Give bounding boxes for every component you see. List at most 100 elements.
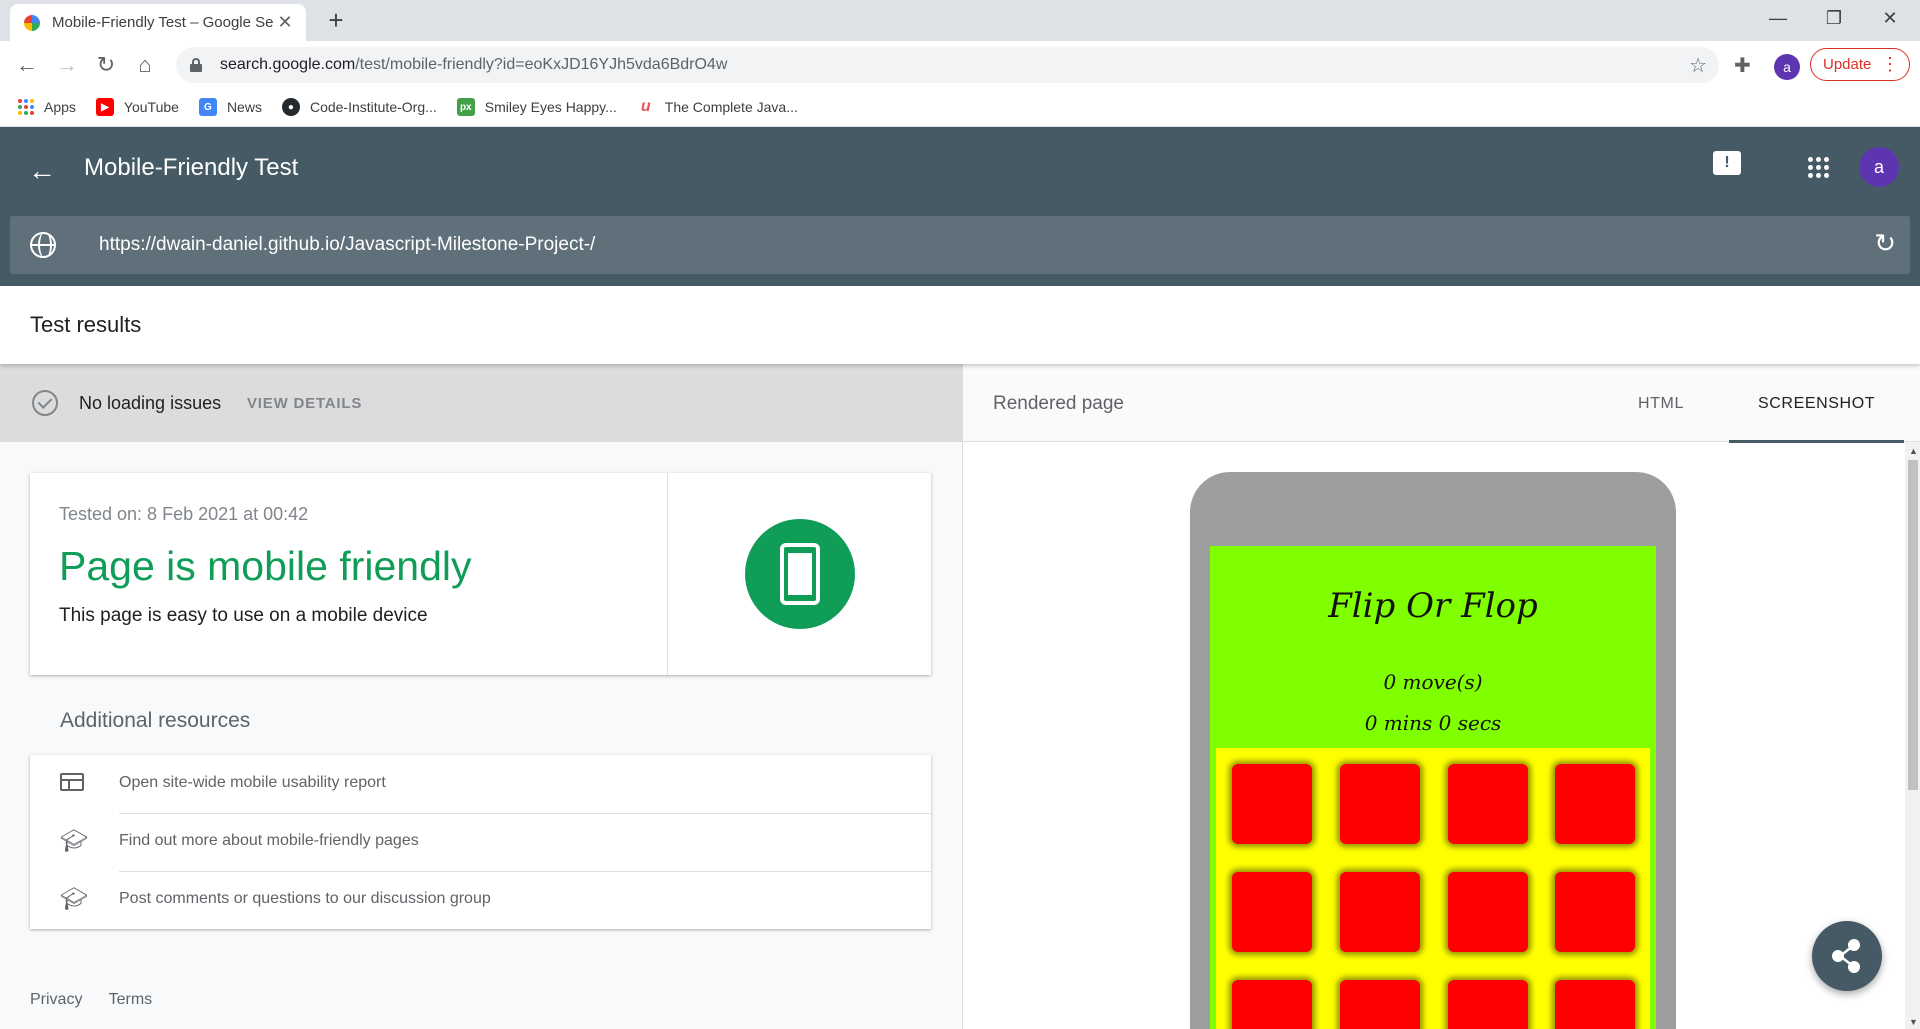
- game-timer: 0 mins 0 secs: [1364, 711, 1502, 735]
- address-url: search.google.com/test/mobile-friendly?i…: [220, 56, 728, 73]
- resource-discussion-group[interactable]: 🎓︎ Post comments or questions to our dis…: [30, 871, 931, 929]
- rendered-screenshot: Flip Or Flop 0 move(s) 0 mins 0 secs: [1210, 546, 1656, 1029]
- game-card: [1340, 764, 1420, 844]
- resource-label[interactable]: Open site-wide mobile usability report: [119, 774, 386, 792]
- more-menu-icon[interactable]: ⋮: [1881, 54, 1899, 74]
- privacy-link[interactable]: Privacy: [30, 991, 82, 1008]
- tab-screenshot[interactable]: SCREENSHOT: [1758, 395, 1875, 413]
- results-title: Test results: [30, 312, 142, 337]
- share-button[interactable]: [1812, 921, 1882, 991]
- bookmark-smiley-eyes[interactable]: px Smiley Eyes Happy...: [456, 98, 617, 116]
- additional-resources-heading: Additional resources: [60, 709, 251, 732]
- minimize-window-icon[interactable]: —: [1750, 0, 1806, 36]
- browser-toolbar: ← → ↻ ⌂ search.google.com/test/mobile-fr…: [0, 41, 1920, 88]
- resource-label[interactable]: Post comments or questions to our discus…: [119, 890, 491, 908]
- school-icon: 🎓︎: [60, 828, 88, 853]
- bookmark-youtube[interactable]: ▶ YouTube: [95, 98, 179, 116]
- udemy-icon: u: [640, 98, 651, 115]
- game-card: [1448, 872, 1528, 952]
- app-header: ← Mobile-Friendly Test ! a https://dwain…: [0, 127, 1920, 286]
- feedback-icon[interactable]: !: [1713, 151, 1741, 175]
- resource-usability-report[interactable]: Open site-wide mobile usability report: [30, 755, 931, 813]
- game-card: [1448, 980, 1528, 1029]
- account-avatar[interactable]: a: [1859, 147, 1899, 187]
- back-arrow-icon[interactable]: ←: [28, 155, 56, 187]
- scroll-down-icon[interactable]: ▼: [1909, 1017, 1918, 1027]
- game-title: Flip Or Flop: [1328, 586, 1538, 626]
- extensions-puzzle-icon[interactable]: ✚: [1734, 53, 1751, 78]
- game-card: [1555, 980, 1635, 1029]
- new-tab-button[interactable]: +: [322, 6, 350, 34]
- tab-title: Mobile-Friendly Test – Google Se: [52, 14, 274, 31]
- mobile-friendly-phone-icon: [745, 519, 855, 629]
- screenshot-scrollbar[interactable]: ▲ ▼: [1905, 442, 1920, 1029]
- restore-window-icon[interactable]: ❐: [1806, 0, 1862, 36]
- lock-icon[interactable]: [190, 58, 202, 72]
- game-card: [1448, 764, 1528, 844]
- profile-avatar[interactable]: a: [1774, 54, 1800, 80]
- scroll-up-icon[interactable]: ▲: [1909, 446, 1918, 456]
- bookmark-complete-java[interactable]: u The Complete Java...: [637, 98, 798, 116]
- update-button[interactable]: Update ⋮: [1810, 48, 1910, 81]
- bookmark-star-icon[interactable]: ☆: [1689, 53, 1707, 78]
- share-icon: [1832, 939, 1860, 973]
- address-bar[interactable]: search.google.com/test/mobile-friendly?i…: [176, 47, 1719, 83]
- footer-links: Privacy Terms: [30, 991, 174, 1009]
- result-card: Tested on: 8 Feb 2021 at 00:42 Page is m…: [30, 473, 931, 675]
- game-card: [1232, 764, 1312, 844]
- close-window-icon[interactable]: ✕: [1862, 0, 1918, 36]
- results-header: Test results: [0, 286, 1920, 364]
- youtube-icon: ▶: [95, 98, 114, 116]
- game-card: [1232, 872, 1312, 952]
- check-circle-icon: [32, 390, 58, 416]
- game-card: [1340, 872, 1420, 952]
- page-title: Mobile-Friendly Test: [84, 154, 299, 181]
- reload-icon[interactable]: ↻: [89, 48, 123, 82]
- tested-url[interactable]: https://dwain-daniel.github.io/Javascrip…: [99, 234, 595, 256]
- github-icon: ●: [281, 98, 300, 116]
- tested-on-date: Tested on: 8 Feb 2021 at 00:42: [59, 504, 309, 524]
- bookmarks-bar: Apps ▶ YouTube G News ● Code-Institute-O…: [0, 88, 1920, 127]
- school-icon: 🎓︎: [60, 886, 88, 911]
- resource-learn-more[interactable]: 🎓︎ Find out more about mobile-friendly p…: [30, 813, 931, 871]
- game-card: [1340, 980, 1420, 1029]
- terms-link[interactable]: Terms: [109, 991, 153, 1008]
- rendered-page-header: Rendered page HTML SCREENSHOT: [963, 364, 1920, 443]
- active-tab-indicator: [1729, 440, 1904, 443]
- web-report-icon: [60, 773, 84, 791]
- game-card: [1555, 764, 1635, 844]
- game-card: [1555, 872, 1635, 952]
- bookmark-code-institute[interactable]: ● Code-Institute-Org...: [281, 98, 437, 116]
- card-divider: [667, 473, 668, 675]
- tab-html[interactable]: HTML: [1638, 395, 1684, 413]
- px-icon: px: [456, 98, 475, 116]
- bookmark-label: Code-Institute-Org...: [309, 99, 437, 115]
- bookmark-label: News: [226, 99, 262, 115]
- rendered-page-title: Rendered page: [993, 393, 1124, 414]
- game-board: [1216, 748, 1650, 1029]
- rendered-page-panel: Rendered page HTML SCREENSHOT Flip Or Fl…: [962, 364, 1920, 1029]
- resource-label[interactable]: Find out more about mobile-friendly page…: [119, 832, 419, 850]
- globe-icon: [30, 232, 56, 258]
- retest-refresh-icon[interactable]: ↻: [1874, 228, 1896, 259]
- home-icon[interactable]: ⌂: [128, 48, 162, 82]
- bookmark-news[interactable]: G News: [198, 98, 262, 116]
- google-apps-icon[interactable]: [1808, 157, 1829, 178]
- browser-tabstrip: Mobile-Friendly Test – Google Se ✕ + — ❐…: [0, 0, 1920, 41]
- loading-status-text: No loading issues: [79, 393, 222, 413]
- update-label: Update: [1823, 56, 1872, 73]
- scrollbar-thumb[interactable]: [1908, 460, 1918, 790]
- google-search-favicon-icon: [24, 14, 40, 31]
- browser-tab[interactable]: Mobile-Friendly Test – Google Se ✕: [10, 4, 306, 41]
- divider: [119, 813, 931, 814]
- forward-icon[interactable]: →: [50, 48, 84, 82]
- tested-url-field[interactable]: https://dwain-daniel.github.io/Javascrip…: [10, 216, 1910, 274]
- view-details-button[interactable]: VIEW DETAILS: [247, 395, 362, 412]
- game-card: [1232, 980, 1312, 1029]
- divider: [119, 871, 931, 872]
- bookmark-apps[interactable]: Apps: [18, 99, 76, 115]
- loading-status-strip: No loading issues VIEW DETAILS: [0, 364, 962, 442]
- results-panel: No loading issues VIEW DETAILS Tested on…: [0, 364, 962, 1029]
- back-icon[interactable]: ←: [10, 48, 44, 82]
- tab-close-icon[interactable]: ✕: [274, 12, 296, 33]
